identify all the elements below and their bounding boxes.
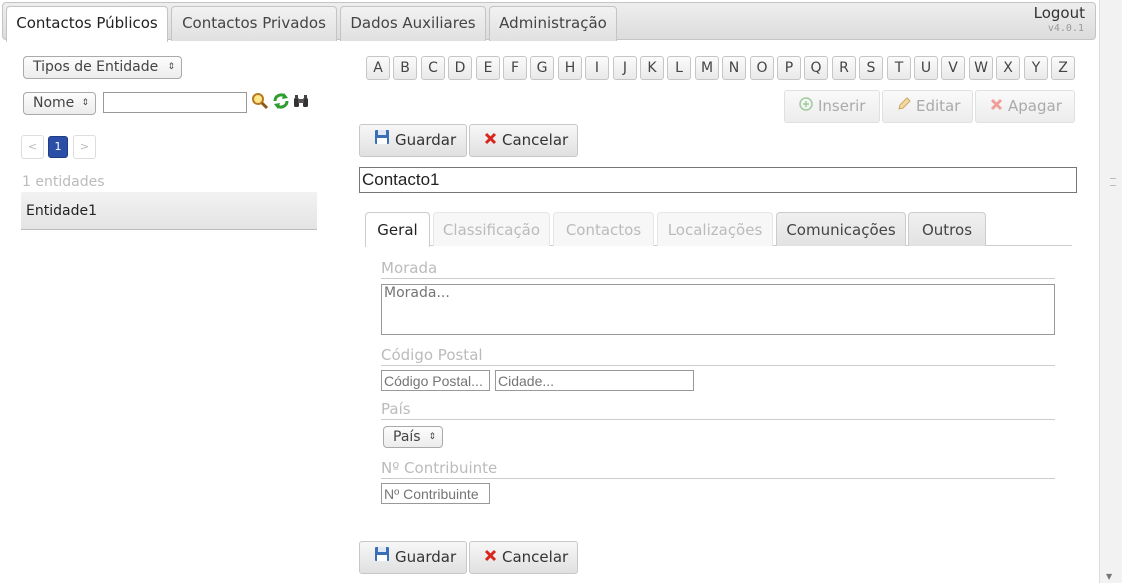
pencil-icon (897, 91, 911, 122)
morada-textarea[interactable] (381, 284, 1055, 335)
letter-filter-button[interactable]: Z (1051, 56, 1075, 80)
pagination-prev-button[interactable]: < (21, 135, 44, 159)
entity-type-select-value: Tipos de Entidade (33, 59, 159, 75)
morada-label: Morada (381, 259, 1055, 279)
select-arrows-icon: ⇕ (428, 432, 436, 442)
entity-list-item[interactable]: Entidade1 (21, 192, 317, 230)
postal-code-input[interactable] (381, 370, 490, 391)
search-field-select-value: Nome (33, 95, 75, 111)
tab-outros[interactable]: Outros (908, 212, 986, 246)
scrollbar-grip[interactable] (1110, 178, 1116, 186)
letter-filter-button[interactable]: A (366, 56, 390, 80)
letter-filter-button[interactable]: V (941, 56, 965, 80)
search-field-select[interactable]: Nome ⇕ (23, 92, 96, 115)
letter-filter-button[interactable]: N (722, 56, 746, 80)
cancel-button-label: Cancelar (502, 548, 569, 566)
floppy-disk-icon (374, 542, 390, 573)
pagination-current-page[interactable]: 1 (48, 136, 68, 158)
nif-label: Nº Contribuinte (381, 459, 1055, 479)
letter-filter-button[interactable]: Q (804, 56, 828, 80)
letter-filter-button[interactable]: E (476, 56, 500, 80)
cancel-button-bottom[interactable]: Cancelar (469, 541, 578, 574)
postal-code-label: Código Postal (381, 346, 1055, 366)
letter-filter-button[interactable]: T (887, 56, 911, 80)
page-scrollbar[interactable]: ▼ (1099, 0, 1122, 583)
letter-filter-button[interactable]: F (503, 56, 527, 80)
entity-count: 1 entidades (22, 174, 105, 190)
letter-filter-button[interactable]: I (585, 56, 609, 80)
letter-filter-button[interactable]: Y (1024, 56, 1048, 80)
letter-filter-button[interactable]: D (448, 56, 472, 80)
letter-filter-button[interactable]: X (996, 56, 1020, 80)
letter-filter-button[interactable]: R (832, 56, 856, 80)
select-arrows-icon: ⇕ (167, 62, 175, 72)
letter-filter-button[interactable]: U (914, 56, 938, 80)
close-icon (484, 542, 497, 573)
search-input[interactable] (103, 92, 247, 113)
letter-filter-button[interactable]: P (777, 56, 801, 80)
save-button-label: Guardar (395, 131, 457, 149)
close-icon (990, 91, 1003, 122)
letter-filter-button[interactable]: H (558, 56, 582, 80)
pagination-next-button[interactable]: > (73, 135, 96, 159)
edit-button[interactable]: Editar (882, 90, 973, 123)
scroll-down-arrow-icon[interactable]: ▼ (1106, 572, 1112, 581)
select-arrows-icon: ⇕ (81, 98, 89, 108)
tab-geral[interactable]: Geral (365, 212, 430, 247)
save-button-top[interactable]: Guardar (359, 124, 467, 157)
country-select[interactable]: País ⇕ (383, 426, 443, 448)
tab-contactos-publicos[interactable]: Contactos Públicos (6, 6, 168, 42)
logout-link[interactable]: Logout (1034, 4, 1085, 22)
refresh-icon[interactable] (272, 92, 290, 110)
entity-type-select[interactable]: Tipos de Entidade ⇕ (23, 56, 182, 79)
cancel-button-top[interactable]: Cancelar (469, 124, 578, 157)
insert-button[interactable]: Inserir (784, 90, 880, 123)
tab-localizacoes[interactable]: Localizações (657, 212, 773, 246)
letter-filter-button[interactable]: S (859, 56, 883, 80)
letter-filter-button[interactable]: W (969, 56, 993, 80)
delete-button[interactable]: Apagar (975, 90, 1075, 123)
save-button-label: Guardar (395, 548, 457, 566)
search-icon[interactable] (251, 92, 269, 110)
tab-contactos-privados[interactable]: Contactos Privados (171, 6, 337, 41)
version-label: v4.0.1 (1047, 23, 1084, 34)
tab-comunicacoes[interactable]: Comunicações (776, 212, 906, 246)
letter-filter-button[interactable]: M (695, 56, 719, 80)
letter-filter-button[interactable]: G (530, 56, 554, 80)
tab-dados-auxiliares[interactable]: Dados Auxiliares (340, 6, 486, 41)
plus-circle-icon (799, 91, 813, 122)
edit-button-label: Editar (916, 97, 961, 115)
save-button-bottom[interactable]: Guardar (359, 541, 467, 574)
letter-filter-button[interactable]: O (750, 56, 774, 80)
nif-input[interactable] (381, 483, 490, 504)
letter-filter-button[interactable]: C (421, 56, 445, 80)
insert-button-label: Inserir (818, 97, 866, 115)
tab-contactos[interactable]: Contactos (553, 212, 654, 246)
close-icon (484, 125, 497, 156)
floppy-disk-icon (374, 125, 390, 156)
contact-name-input[interactable] (359, 167, 1077, 193)
alphabet-filter-bar: ABCDEFGHIJKLMNOPQRSTUVWXYZ (366, 56, 1076, 80)
letter-filter-button[interactable]: B (393, 56, 417, 80)
city-input[interactable] (495, 370, 694, 391)
tab-classificacao[interactable]: Classificação (433, 212, 550, 246)
delete-button-label: Apagar (1008, 97, 1062, 115)
country-select-value: País (393, 429, 421, 445)
tab-administracao[interactable]: Administração (489, 6, 617, 41)
cancel-button-label: Cancelar (502, 131, 569, 149)
letter-filter-button[interactable]: L (667, 56, 691, 80)
letter-filter-button[interactable]: J (613, 56, 637, 80)
country-label: País (381, 400, 1055, 420)
letter-filter-button[interactable]: K (640, 56, 664, 80)
binoculars-icon[interactable] (293, 94, 309, 108)
